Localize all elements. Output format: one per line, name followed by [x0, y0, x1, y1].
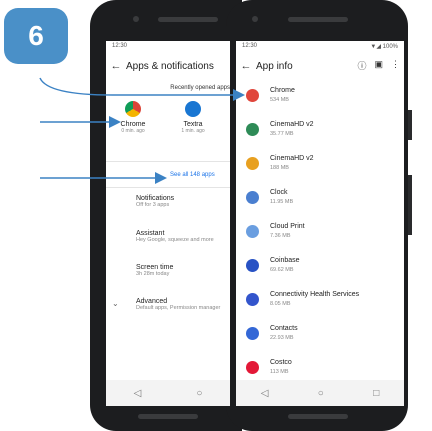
arrow-to-chrome [39, 77, 245, 101]
annotation-arrows [39, 77, 245, 184]
